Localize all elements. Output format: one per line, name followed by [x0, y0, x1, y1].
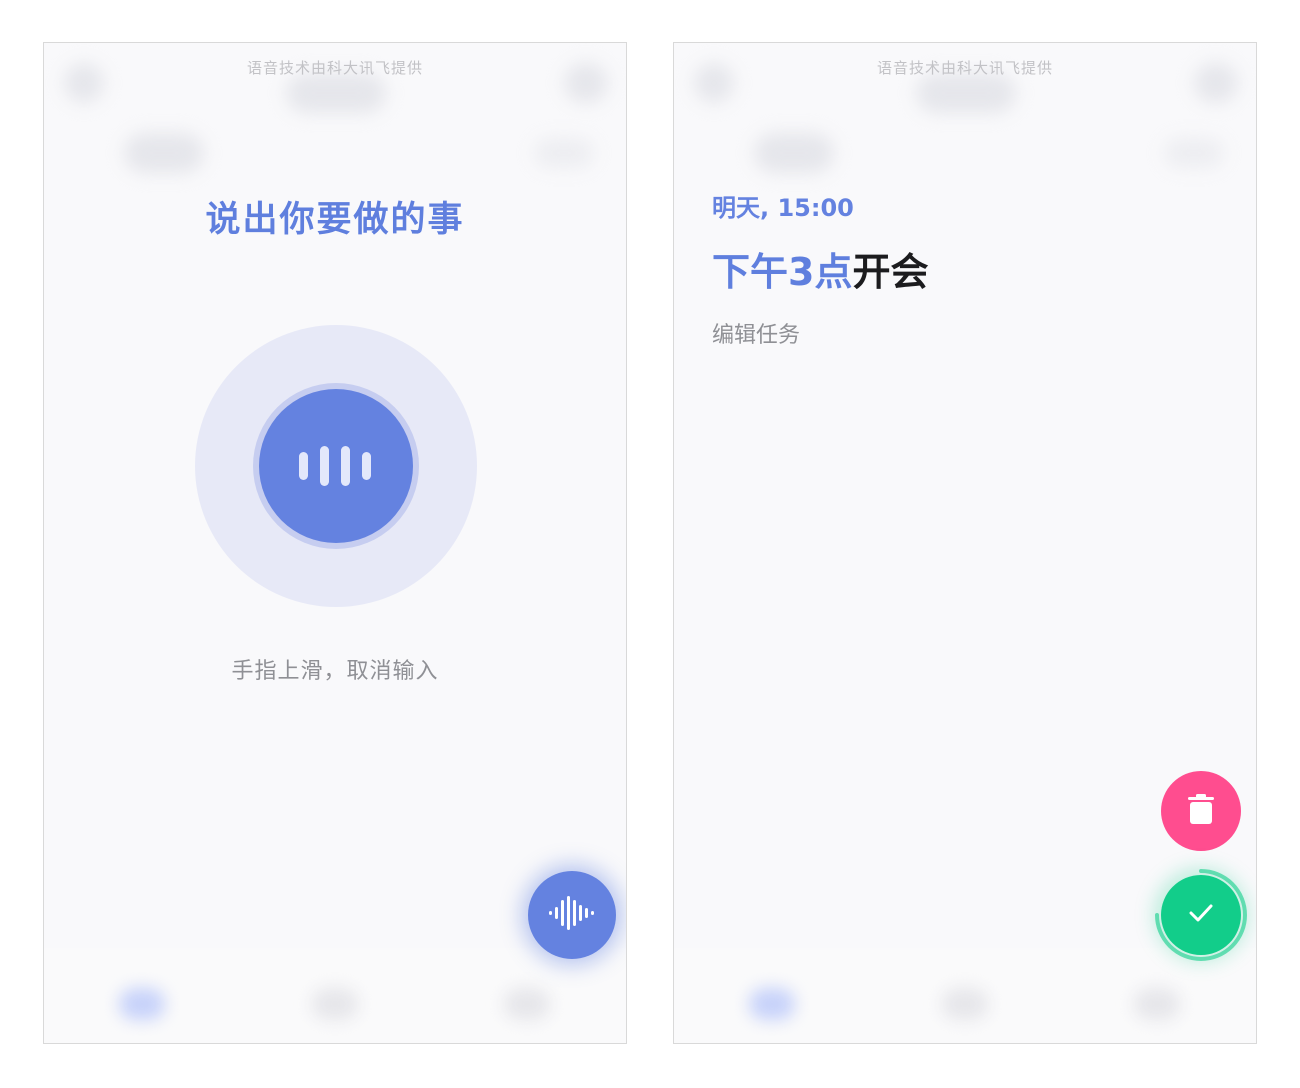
- blurred-list-meta: [1164, 138, 1224, 168]
- blurred-list-label: [754, 133, 834, 173]
- voice-wave-icon: [299, 446, 373, 486]
- confirm-task-button[interactable]: [1161, 875, 1241, 955]
- checkmark-icon: [1189, 904, 1213, 926]
- task-title: 下午3点开会: [712, 241, 928, 296]
- tab-home[interactable]: [749, 988, 795, 1020]
- task-confirm-screen: 语音技术由科大讯飞提供 明天, 15:00 下午3点开会 编辑任务: [673, 42, 1257, 1044]
- edit-task-link[interactable]: 编辑任务: [712, 317, 800, 349]
- blurred-header-title: [916, 73, 1016, 113]
- speech-tech-credit: 语音技术由科大讯飞提供: [876, 59, 1053, 77]
- blurred-header-title: [286, 73, 386, 113]
- voice-waveform-icon: [549, 896, 595, 934]
- tab-home[interactable]: [119, 988, 165, 1020]
- voice-input-fab[interactable]: [528, 871, 616, 959]
- speech-tech-credit: 语音技术由科大讯飞提供: [246, 59, 423, 77]
- task-time-highlight: 下午3点: [712, 250, 853, 294]
- mic-active-button[interactable]: [259, 389, 413, 543]
- cancel-hint: 手指上滑，取消输入: [231, 659, 439, 684]
- delete-task-button[interactable]: [1161, 771, 1241, 851]
- voice-prompt-title: 说出你要做的事: [205, 200, 465, 240]
- task-date: 明天, 15:00: [712, 194, 854, 222]
- tab-profile[interactable]: [504, 988, 550, 1020]
- task-title-rest: 开会: [852, 250, 929, 294]
- tab-middle[interactable]: [312, 988, 358, 1020]
- trash-icon: [1188, 794, 1214, 828]
- blurred-list-meta: [534, 138, 594, 168]
- tab-profile[interactable]: [1134, 988, 1180, 1020]
- tab-middle[interactable]: [942, 988, 988, 1020]
- voice-input-screen: 语音技术由科大讯飞提供 说出你要做的事 手指上滑，取消输入: [43, 42, 627, 1044]
- blurred-list-label: [124, 133, 204, 173]
